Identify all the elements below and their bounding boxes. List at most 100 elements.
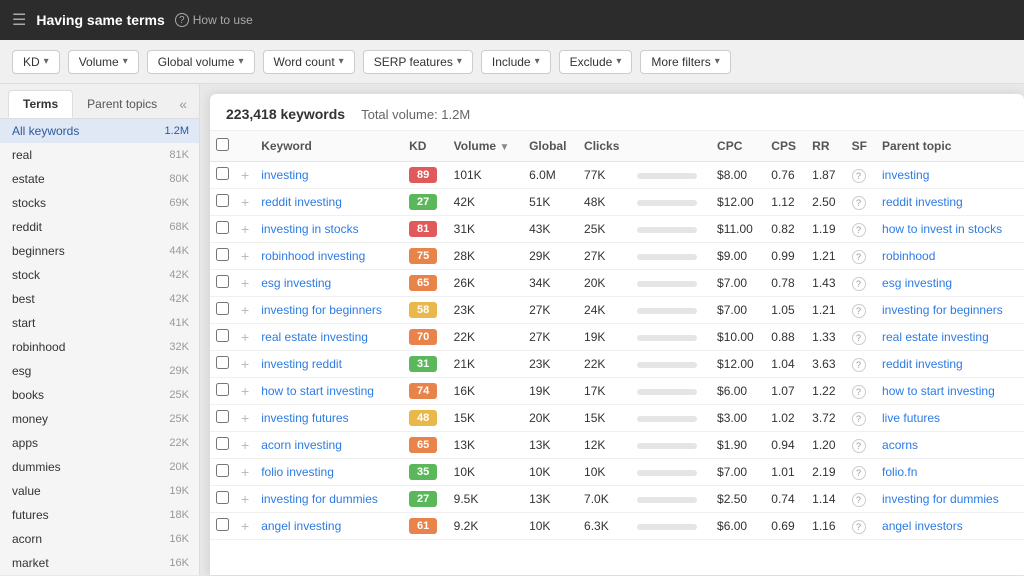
row-add-cell[interactable]: + [235, 351, 255, 378]
sidebar-item[interactable]: start41K [0, 311, 199, 335]
row-keyword[interactable]: investing for beginners [255, 297, 403, 324]
row-add-cell[interactable]: + [235, 324, 255, 351]
filter-global-volume[interactable]: Global volume▾ [147, 50, 255, 74]
keyword-link[interactable]: reddit investing [261, 195, 342, 209]
keyword-link[interactable]: real estate investing [261, 330, 368, 344]
sidebar-item[interactable]: best42K [0, 287, 199, 311]
keyword-link[interactable]: acorn investing [261, 438, 342, 452]
row-parent-topic[interactable]: reddit investing [876, 189, 1024, 216]
sidebar-item[interactable]: money25K [0, 407, 199, 431]
row-checkbox-cell[interactable] [210, 297, 235, 324]
add-icon[interactable]: + [241, 464, 249, 480]
row-add-cell[interactable]: + [235, 405, 255, 432]
row-checkbox-cell[interactable] [210, 486, 235, 513]
th-parent-topic[interactable]: Parent topic [876, 131, 1024, 162]
row-checkbox-cell[interactable] [210, 459, 235, 486]
th-keyword[interactable]: Keyword [255, 131, 403, 162]
keyword-link[interactable]: how to start investing [261, 384, 374, 398]
row-parent-topic[interactable]: esg investing [876, 270, 1024, 297]
keyword-link[interactable]: folio investing [261, 465, 334, 479]
row-keyword[interactable]: folio investing [255, 459, 403, 486]
sf-info-icon[interactable]: ? [852, 493, 866, 507]
parent-topic-link[interactable]: folio.fn [882, 465, 917, 479]
keyword-link[interactable]: investing for dummies [261, 492, 378, 506]
row-checkbox-cell[interactable] [210, 405, 235, 432]
add-icon[interactable]: + [241, 356, 249, 372]
row-checkbox[interactable] [216, 437, 229, 450]
row-checkbox[interactable] [216, 491, 229, 504]
filter-volume[interactable]: Volume▾ [68, 50, 139, 74]
th-sf[interactable]: SF [846, 131, 876, 162]
th-cpc[interactable]: CPC [711, 131, 765, 162]
th-rr[interactable]: RR [806, 131, 845, 162]
th-volume[interactable]: Volume ▼ [448, 131, 523, 162]
row-checkbox-cell[interactable] [210, 216, 235, 243]
row-add-cell[interactable]: + [235, 270, 255, 297]
row-checkbox[interactable] [216, 518, 229, 531]
row-parent-topic[interactable]: folio.fn [876, 459, 1024, 486]
collapse-icon[interactable]: « [175, 92, 191, 116]
th-clicks[interactable]: Clicks [578, 131, 631, 162]
sidebar-item[interactable]: stock42K [0, 263, 199, 287]
parent-topic-link[interactable]: angel investors [882, 519, 963, 533]
sf-info-icon[interactable]: ? [852, 385, 866, 399]
filter-exclude[interactable]: Exclude▾ [559, 50, 633, 74]
sidebar-item[interactable]: apps22K [0, 431, 199, 455]
add-icon[interactable]: + [241, 329, 249, 345]
row-keyword[interactable]: how to start investing [255, 378, 403, 405]
th-cps[interactable]: CPS [765, 131, 806, 162]
row-checkbox-cell[interactable] [210, 513, 235, 540]
add-icon[interactable]: + [241, 518, 249, 534]
parent-topic-link[interactable]: esg investing [882, 276, 952, 290]
row-parent-topic[interactable]: investing for beginners [876, 297, 1024, 324]
row-add-cell[interactable]: + [235, 459, 255, 486]
tab-terms[interactable]: Terms [8, 90, 73, 118]
row-parent-topic[interactable]: investing [876, 162, 1024, 189]
add-icon[interactable]: + [241, 410, 249, 426]
sf-info-icon[interactable]: ? [852, 439, 866, 453]
keyword-link[interactable]: investing [261, 168, 308, 182]
row-checkbox-cell[interactable] [210, 324, 235, 351]
row-checkbox[interactable] [216, 329, 229, 342]
row-parent-topic[interactable]: angel investors [876, 513, 1024, 540]
row-parent-topic[interactable]: live futures [876, 405, 1024, 432]
parent-topic-link[interactable]: reddit investing [882, 357, 963, 371]
sf-info-icon[interactable]: ? [852, 466, 866, 480]
row-checkbox-cell[interactable] [210, 432, 235, 459]
sf-info-icon[interactable]: ? [852, 412, 866, 426]
sidebar-item[interactable]: books25K [0, 383, 199, 407]
row-add-cell[interactable]: + [235, 432, 255, 459]
sf-info-icon[interactable]: ? [852, 304, 866, 318]
sidebar-item[interactable]: All keywords1.2M [0, 119, 199, 143]
keyword-link[interactable]: esg investing [261, 276, 331, 290]
sidebar-item[interactable]: market16K [0, 551, 199, 575]
sf-info-icon[interactable]: ? [852, 331, 866, 345]
row-checkbox-cell[interactable] [210, 189, 235, 216]
row-add-cell[interactable]: + [235, 297, 255, 324]
row-checkbox[interactable] [216, 302, 229, 315]
add-icon[interactable]: + [241, 167, 249, 183]
menu-icon[interactable]: ☰ [12, 10, 26, 30]
sidebar-item[interactable]: reddit68K [0, 215, 199, 239]
sidebar-item[interactable]: stocks69K [0, 191, 199, 215]
sf-info-icon[interactable]: ? [852, 223, 866, 237]
row-keyword[interactable]: investing futures [255, 405, 403, 432]
row-checkbox[interactable] [216, 275, 229, 288]
parent-topic-link[interactable]: how to invest in stocks [882, 222, 1002, 236]
filter-word-count[interactable]: Word count▾ [263, 50, 355, 74]
row-checkbox[interactable] [216, 410, 229, 423]
add-icon[interactable]: + [241, 302, 249, 318]
row-keyword[interactable]: investing in stocks [255, 216, 403, 243]
row-add-cell[interactable]: + [235, 162, 255, 189]
row-keyword[interactable]: esg investing [255, 270, 403, 297]
keyword-link[interactable]: investing in stocks [261, 222, 358, 236]
filter-kd[interactable]: KD▾ [12, 50, 60, 74]
row-add-cell[interactable]: + [235, 189, 255, 216]
parent-topic-link[interactable]: investing for beginners [882, 303, 1003, 317]
help-link[interactable]: ? How to use [175, 13, 253, 27]
keyword-link[interactable]: investing reddit [261, 357, 342, 371]
parent-topic-link[interactable]: real estate investing [882, 330, 989, 344]
row-parent-topic[interactable]: how to start investing [876, 378, 1024, 405]
row-keyword[interactable]: real estate investing [255, 324, 403, 351]
add-icon[interactable]: + [241, 491, 249, 507]
